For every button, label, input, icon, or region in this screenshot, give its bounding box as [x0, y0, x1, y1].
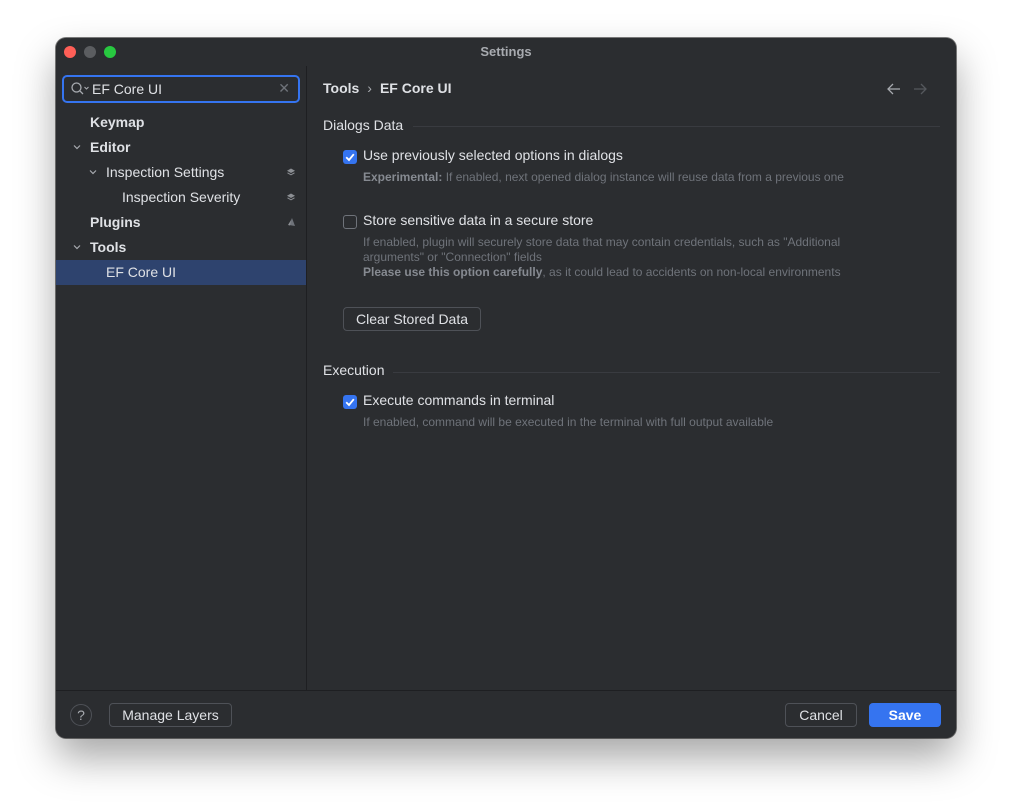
arrow-left-icon[interactable] [886, 82, 902, 96]
breadcrumb-current: EF Core UI [379, 80, 452, 96]
layers-icon [287, 168, 295, 176]
chevron-down-icon[interactable] [73, 143, 81, 151]
settings-sidebar: ✕ Keymap Editor Inspection Settings Insp… [56, 66, 307, 690]
description-text: If enabled, next opened dialog instance … [442, 170, 844, 184]
chevron-down-icon[interactable] [73, 243, 81, 251]
arrow-right-icon[interactable] [912, 82, 928, 96]
use-previous-options-description: Experimental: If enabled, next opened di… [363, 170, 853, 185]
dialog-footer: ? Manage Layers Cancel Save [56, 690, 956, 738]
execute-in-terminal-description: If enabled, command will be executed in … [363, 415, 774, 429]
tree-item-tools[interactable]: Tools [56, 235, 306, 260]
description-emphasis: Please use this option carefully [363, 265, 543, 279]
settings-window: Settings ✕ Keymap Editor Inspection S [56, 38, 956, 738]
tree-item-keymap[interactable]: Keymap [56, 110, 306, 135]
tree-item-editor[interactable]: Editor [56, 135, 306, 160]
execute-in-terminal-label[interactable]: Execute commands in terminal [363, 392, 554, 408]
use-previous-options-label[interactable]: Use previously selected options in dialo… [363, 147, 623, 163]
search-icon [71, 82, 89, 95]
search-input[interactable] [92, 80, 267, 98]
save-button[interactable]: Save [869, 703, 941, 727]
checkmark-icon [345, 398, 355, 407]
layers-icon [287, 193, 295, 201]
title-bar: Settings [56, 38, 956, 66]
section-divider [393, 372, 940, 373]
section-title-dialogs-data: Dialogs Data [323, 117, 404, 133]
cancel-button[interactable]: Cancel [785, 703, 857, 727]
window-title: Settings [480, 44, 532, 59]
execute-in-terminal-checkbox[interactable] [343, 395, 357, 409]
store-sensitive-data-label[interactable]: Store sensitive data in a secure store [363, 212, 593, 228]
settings-content: Tools › EF Core UI Dialogs Data Use previo… [307, 66, 956, 690]
checkmark-icon [345, 153, 355, 162]
help-button[interactable]: ? [70, 704, 92, 726]
breadcrumb: Tools › EF Core UI [323, 80, 452, 100]
tree-item-inspection-severity[interactable]: Inspection Severity [56, 185, 306, 210]
description-text: , as it could lead to accidents on non-l… [542, 265, 841, 279]
clear-search-icon[interactable]: ✕ [278, 80, 290, 97]
search-box[interactable]: ✕ [62, 75, 300, 103]
clear-stored-data-button[interactable]: Clear Stored Data [343, 307, 481, 331]
store-sensitive-data-checkbox[interactable] [343, 215, 357, 229]
breadcrumb-separator: › [367, 80, 372, 96]
store-sensitive-data-description: If enabled, plugin will securely store d… [363, 235, 853, 280]
tree-item-ef-core-ui[interactable]: EF Core UI [56, 260, 306, 285]
description-text: If enabled, plugin will securely store d… [363, 235, 841, 264]
breadcrumb-parent[interactable]: Tools [323, 80, 359, 96]
use-previous-options-checkbox[interactable] [343, 150, 357, 164]
description-emphasis: Experimental: [363, 170, 443, 184]
chevron-down-icon[interactable] [89, 168, 97, 176]
section-title-execution: Execution [323, 362, 385, 378]
tree-item-inspection-settings[interactable]: Inspection Settings [56, 160, 306, 185]
ide-layer-icon [288, 218, 295, 226]
manage-layers-button[interactable]: Manage Layers [109, 703, 232, 727]
tree-item-plugins[interactable]: Plugins [56, 210, 306, 235]
section-divider [413, 126, 940, 127]
